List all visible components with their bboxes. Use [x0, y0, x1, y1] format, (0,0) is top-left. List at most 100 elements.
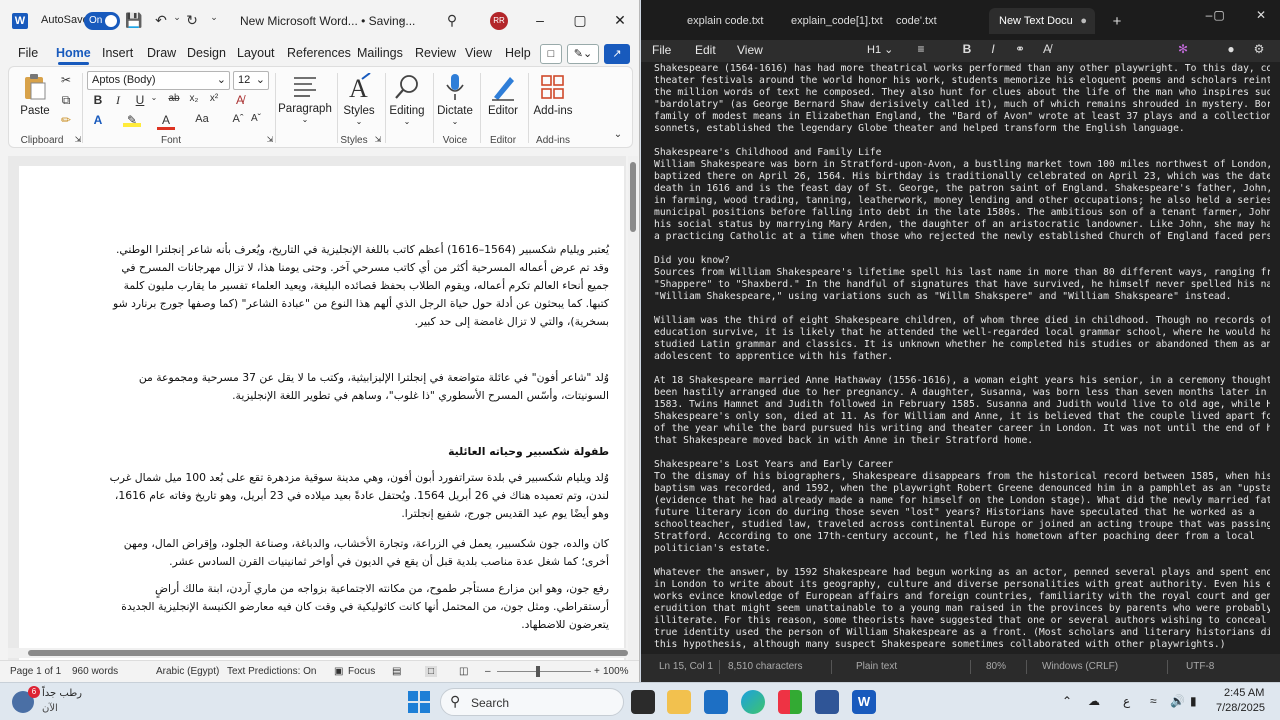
paragraph-button[interactable]: Paragraph ⌄ — [277, 75, 333, 124]
doc-paragraph-2[interactable]: وُلد "شاعر أفون" في عائلة متواضعة في إنج… — [97, 369, 609, 405]
web-layout-icon[interactable]: ◫ — [459, 666, 468, 677]
maximize-button[interactable]: ▢ — [1211, 8, 1227, 22]
document-title[interactable]: New Microsoft Word... • Saving... — [240, 14, 415, 28]
focus-icon[interactable]: ▣ — [334, 666, 343, 677]
strikethrough-icon[interactable]: ab — [165, 93, 183, 104]
menu-file[interactable]: File — [652, 43, 671, 57]
focus-label[interactable]: Focus — [348, 666, 375, 677]
clipboard-launcher-icon[interactable]: ⇲ — [69, 135, 87, 144]
avatar[interactable]: RR — [490, 12, 508, 30]
close-button[interactable]: ✕ — [1253, 8, 1269, 22]
word-count[interactable]: 960 words — [72, 666, 118, 677]
paste-button[interactable]: Paste — [17, 73, 53, 117]
input-language[interactable]: ع — [1123, 694, 1130, 708]
shrink-font-icon[interactable]: Aˇ — [247, 113, 265, 124]
clear-formatting-icon[interactable]: A̸ — [231, 93, 249, 107]
autosave-toggle[interactable]: On — [84, 12, 120, 30]
word-app-icon[interactable]: W — [852, 690, 876, 714]
copilot-icon[interactable]: ✻ — [1175, 42, 1191, 56]
dictate-button[interactable]: Dictate ⌄ — [435, 73, 475, 126]
notepad-app-icon[interactable] — [815, 690, 839, 714]
zoom-slider[interactable] — [497, 671, 591, 672]
edge-browser-icon[interactable] — [741, 690, 765, 714]
tab-new-text-document[interactable]: New Text Docu ● — [989, 8, 1095, 34]
tab-references[interactable]: References — [287, 46, 351, 60]
wifi-icon[interactable]: ≈ — [1150, 694, 1157, 708]
tab-explain-code-1[interactable]: explain_code[1].txt — [781, 8, 883, 34]
page-count[interactable]: Page 1 of 1 — [10, 666, 61, 677]
tab-layout[interactable]: Layout — [237, 46, 275, 60]
print-layout-icon[interactable]: □ — [425, 666, 438, 677]
notepad-text[interactable]: Shakespeare (1564-1616) has had more the… — [654, 63, 1270, 651]
menu-edit[interactable]: Edit — [695, 43, 716, 57]
underline-dropdown-icon[interactable]: ⌄ — [145, 93, 163, 102]
zoom-slider-thumb[interactable] — [536, 666, 540, 677]
text-predictions[interactable]: Text Predictions: On — [227, 666, 316, 677]
customize-toolbar-icon[interactable]: ⌄ — [205, 12, 223, 23]
maximize-button[interactable]: ▢ — [570, 10, 590, 30]
comments-icon[interactable]: □ — [540, 44, 562, 64]
tab-design[interactable]: Design — [187, 46, 226, 60]
minimize-button[interactable]: – — [530, 10, 550, 30]
tab-mailings[interactable]: Mailings — [357, 46, 403, 60]
clock-time[interactable]: 2:45 AM — [1224, 687, 1264, 699]
battery-icon[interactable]: ▮ — [1190, 694, 1197, 708]
doc-paragraph-5[interactable]: رفع جون، وهو ابن مزارع مستأجر طموح، من م… — [97, 580, 609, 634]
doc-paragraph-3[interactable]: وُلد ويليام شكسبير في بلدة ستراتفورد أبو… — [97, 469, 609, 523]
title-dropdown-icon[interactable]: ⌄ — [393, 14, 411, 25]
volume-icon[interactable]: 🔊 — [1170, 694, 1185, 708]
copy-icon[interactable]: ⧉ — [57, 93, 75, 108]
encoding[interactable]: UTF-8 — [1186, 661, 1214, 672]
cut-icon[interactable]: ✂ — [57, 73, 75, 87]
doc-paragraph-1[interactable]: يُعتبر ويليام شكسبير (1564–1616) أعظم كا… — [97, 241, 609, 331]
document-page[interactable]: يُعتبر ويليام شكسبير (1564–1616) أعظم كا… — [19, 166, 624, 666]
store-app-icon[interactable] — [704, 690, 728, 714]
line-ending[interactable]: Windows (CRLF) — [1042, 661, 1118, 672]
format-painter-icon[interactable]: ✏ — [57, 113, 75, 127]
zoom-level[interactable]: 80% — [986, 661, 1006, 672]
tab-help[interactable]: Help — [505, 46, 531, 60]
font-color-icon[interactable]: A — [157, 113, 175, 130]
font-name-select[interactable]: Aptos (Body) ⌄ — [87, 71, 230, 90]
format-mode[interactable]: Plain text — [856, 661, 897, 672]
horizontal-scrollbar[interactable] — [8, 648, 628, 658]
highlight-icon[interactable]: ✎ — [123, 113, 141, 127]
italic-icon[interactable]: I — [985, 42, 1001, 56]
settings-gear-icon[interactable]: ⚙ — [1251, 42, 1267, 56]
search-icon[interactable]: ⚲ — [443, 12, 461, 29]
language-status[interactable]: Arabic (Egypt) — [156, 666, 219, 677]
onedrive-icon[interactable]: ☁ — [1088, 694, 1100, 708]
editing-mode-icon[interactable]: ✎⌄ — [567, 44, 599, 64]
zoom-level[interactable]: 100% — [603, 666, 629, 677]
doc-heading[interactable]: طفولة شكسبير وحياته العائلية — [97, 443, 609, 461]
zoom-out-icon[interactable]: – — [485, 666, 491, 677]
notepad-editor[interactable]: Shakespeare (1564-1616) has had more the… — [641, 62, 1280, 654]
italic-icon[interactable]: I — [109, 93, 127, 108]
clock-date[interactable]: 7/28/2025 — [1216, 702, 1265, 714]
redo-icon[interactable]: ↻ — [183, 12, 201, 29]
zoom-in-icon[interactable]: + — [594, 666, 600, 677]
terminal-app-icon[interactable] — [631, 690, 655, 714]
start-windows-icon[interactable] — [407, 690, 431, 714]
tab-view[interactable]: View — [465, 46, 492, 60]
subscript-icon[interactable]: x₂ — [185, 93, 203, 104]
list-icon[interactable]: ≡ — [913, 42, 929, 56]
superscript-icon[interactable]: x² — [205, 93, 223, 104]
font-launcher-icon[interactable]: ⇲ — [261, 135, 279, 144]
file-explorer-icon[interactable] — [667, 690, 691, 714]
link-icon[interactable]: ⚭ — [1012, 42, 1028, 56]
tab-explain-code[interactable]: explain code.txt — [677, 8, 777, 34]
heading-dropdown[interactable]: H1 ⌄ — [867, 43, 893, 56]
new-tab-icon[interactable]: + — [1109, 13, 1125, 30]
grow-font-icon[interactable]: Aˆ — [229, 113, 247, 125]
show-hidden-icons[interactable]: ⌃ — [1062, 694, 1072, 708]
font-size-select[interactable]: 12 ⌄ — [233, 71, 269, 90]
tab-draw[interactable]: Draw — [147, 46, 176, 60]
app-icon[interactable] — [778, 690, 802, 714]
tab-home[interactable]: Home — [56, 46, 91, 65]
clear-formatting-icon[interactable]: A̸ — [1039, 42, 1055, 56]
save-icon[interactable]: 💾 — [125, 12, 143, 29]
tab-file[interactable]: File — [18, 46, 38, 60]
tab-review[interactable]: Review — [415, 46, 456, 60]
styles-button[interactable]: A Styles ⌄ — [341, 73, 377, 126]
